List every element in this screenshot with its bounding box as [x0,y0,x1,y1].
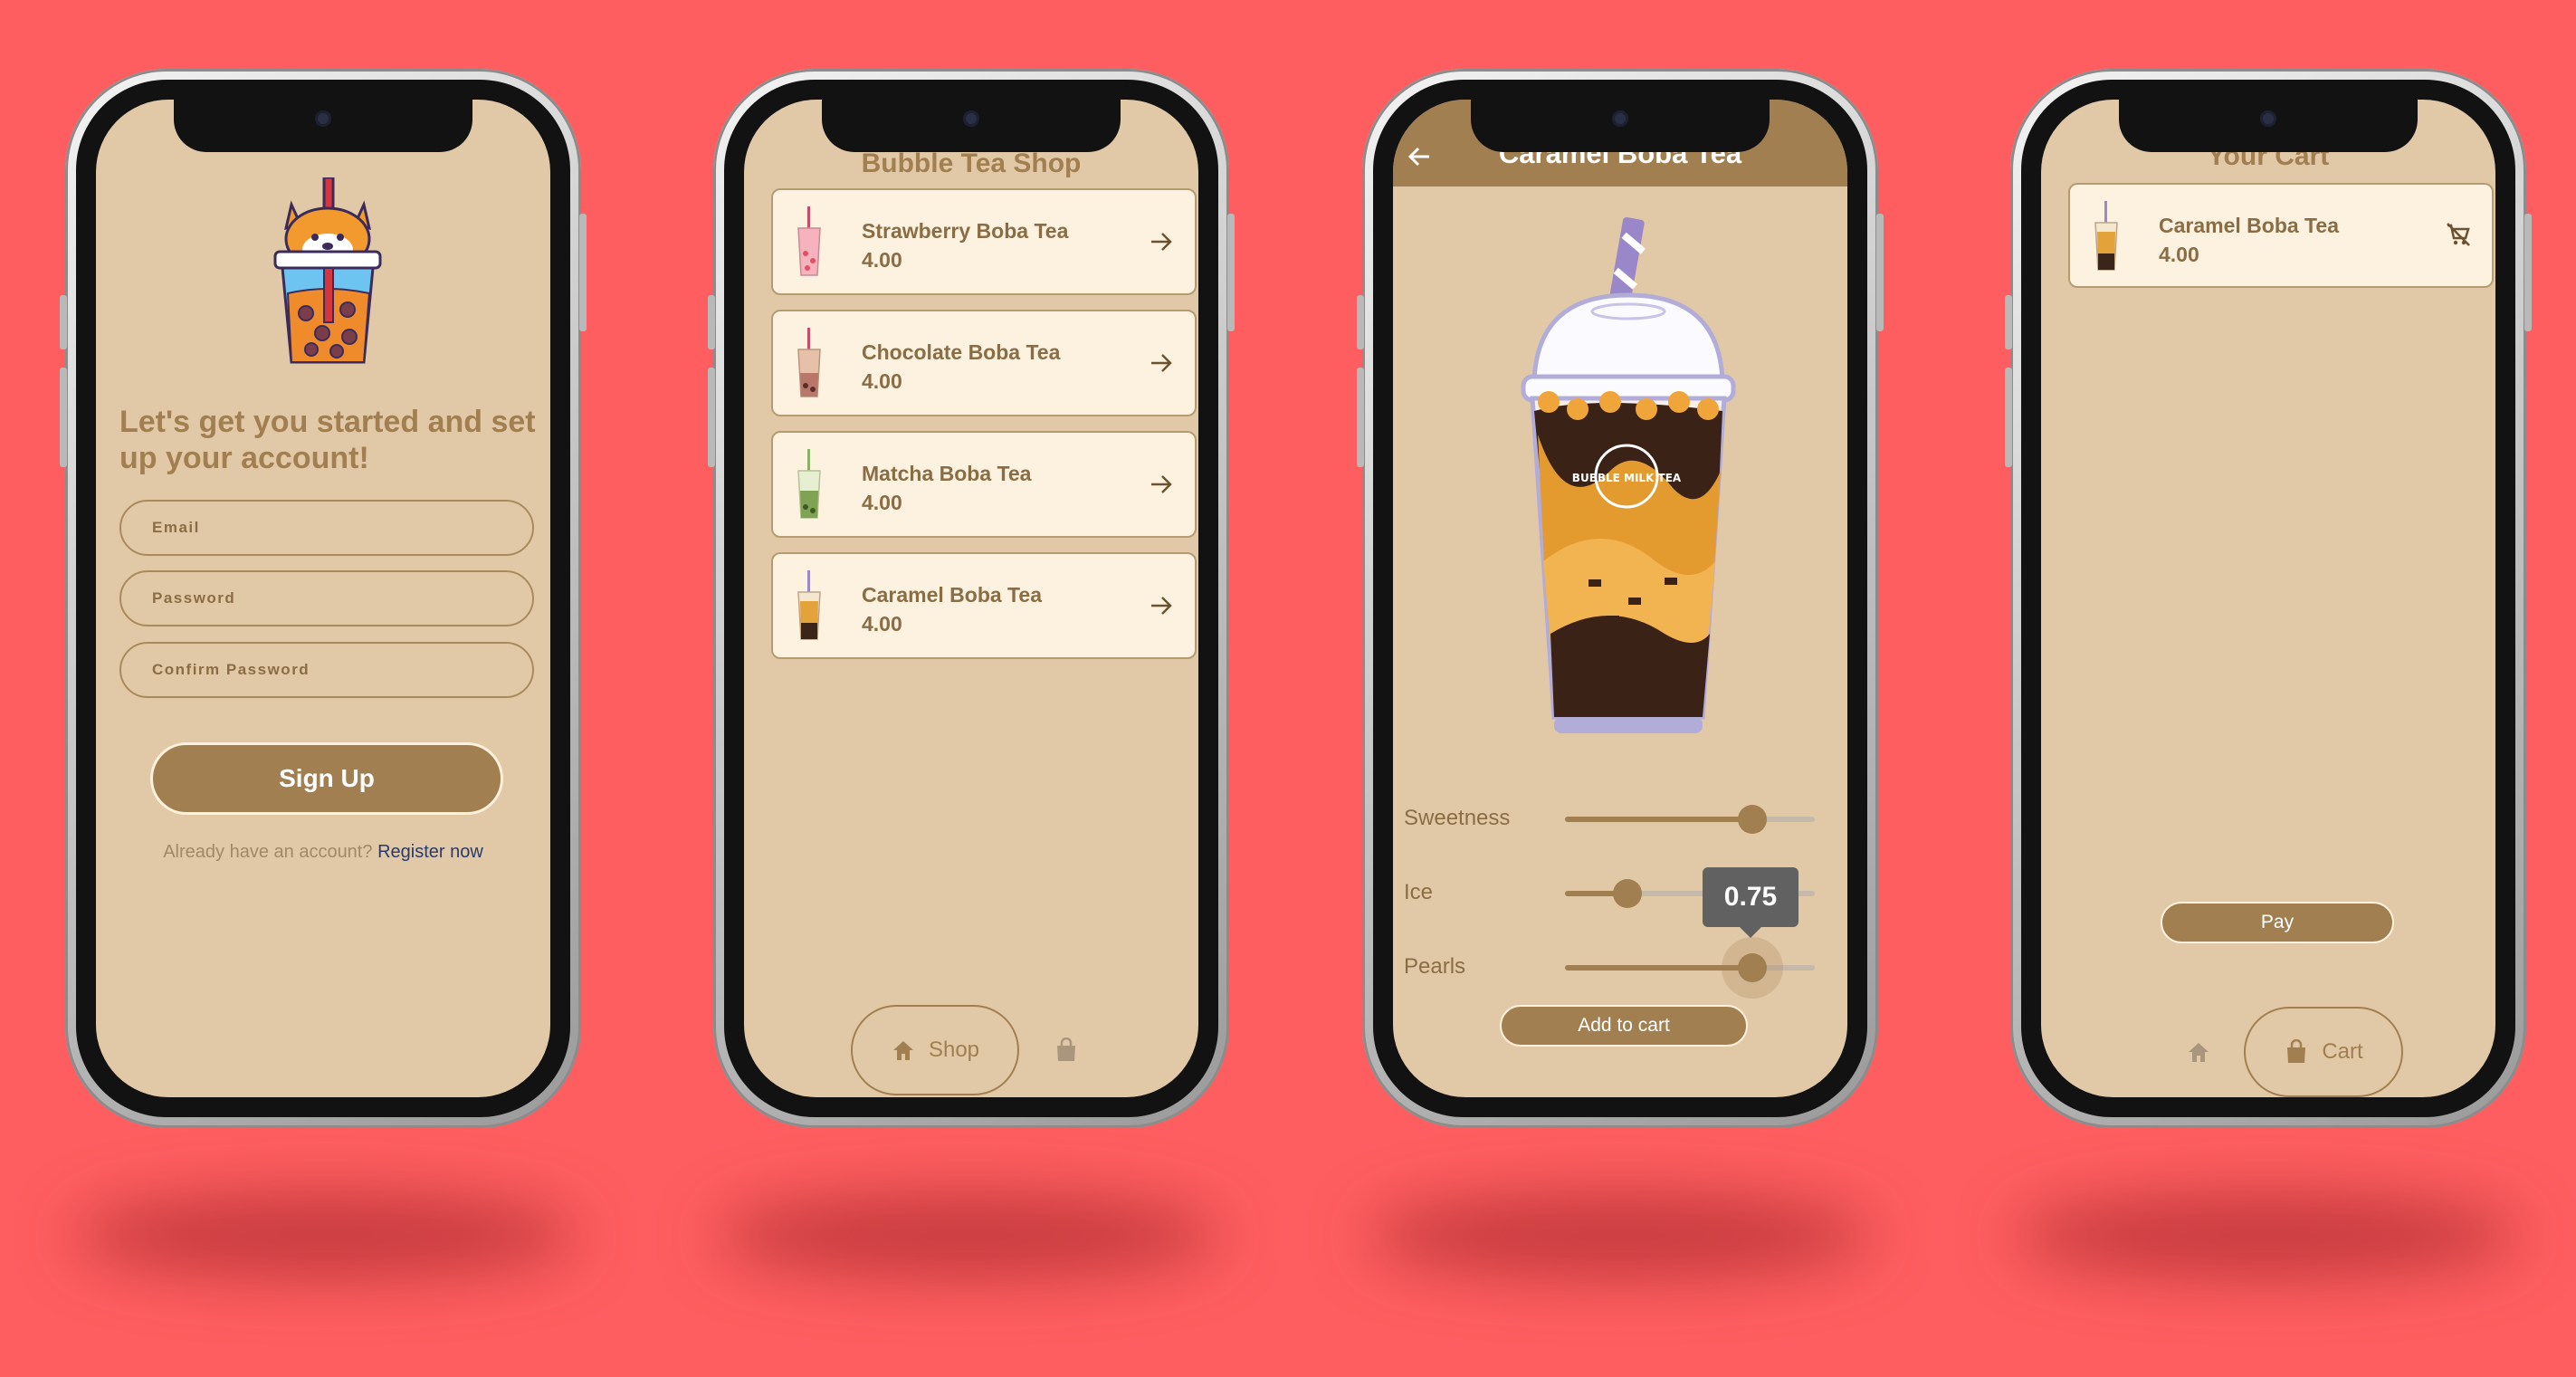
confirm-password-field[interactable]: Confirm Password [119,642,534,698]
home-icon [892,1041,913,1060]
product-card[interactable]: Matcha Boba Tea 4.00 [771,431,1197,538]
matcha-tea-icon [797,449,821,519]
nav-cart-tab[interactable]: Cart [2244,1007,2403,1097]
cart-item: Caramel Boba Tea 4.00 [2068,183,2494,288]
arrow-right-icon[interactable] [1148,471,1175,498]
product-price: 4.00 [862,491,902,514]
signup-heading: Let's get you started and set up your ac… [119,405,536,475]
product-name: Chocolate Boba Tea [862,340,1061,364]
ice-label: Ice [1404,880,1434,904]
phone-shadow [2014,1195,2521,1277]
camera [1612,110,1628,127]
product-card[interactable]: Caramel Boba Tea 4.00 [771,552,1197,659]
phone-cart: Your Cart Caramel Boba Tea 4.00 Pay Cart [2005,69,2532,1128]
phone-shadow [715,1195,1222,1277]
pearls-label: Pearls [1404,954,1466,979]
product-price: 4.00 [862,369,902,393]
product-price: 4.00 [862,248,902,272]
notch [1471,100,1770,152]
login-prompt-text: Already have an account? [163,842,373,862]
shiba-boba-logo [273,177,382,364]
camera [2260,110,2276,127]
sweetness-label: Sweetness [1404,806,1511,830]
bag-icon[interactable] [1054,1038,1079,1063]
arrow-right-icon[interactable] [1148,349,1175,377]
product-card[interactable]: Strawberry Boba Tea 4.00 [771,188,1197,295]
phone-shadow [72,1195,579,1277]
strawberry-tea-icon [797,206,821,276]
password-field[interactable]: Password [119,570,534,626]
nav-shop-label: Shop [928,1038,980,1062]
caramel-tea-icon [797,570,821,640]
email-field[interactable]: Email [119,500,534,556]
camera [963,110,979,127]
caramel-boba-cup-image: BUBBLE MILK TEA [1521,217,1736,733]
login-prompt: Already have an account? Register now [96,842,550,863]
camera [315,110,331,127]
arrow-right-icon[interactable] [1148,592,1175,619]
signup-screen: Let's get you started and set up your ac… [96,100,550,1097]
arrow-right-icon[interactable] [1148,228,1175,255]
product-card[interactable]: Chocolate Boba Tea 4.00 [771,310,1197,416]
product-name: Caramel Boba Tea [862,583,1042,607]
detail-screen: Caramel Boba Tea BUBBLE MILK TEA Sweetne… [1393,100,1847,1097]
phone-shadow [1367,1195,1874,1277]
sweetness-slider[interactable] [1565,805,1815,834]
notch [822,100,1121,152]
product-name: Matcha Boba Tea [862,462,1032,485]
product-price: 4.00 [862,612,902,636]
phone-signup: Let's get you started and set up your ac… [60,69,587,1128]
register-now-link[interactable]: Register now [377,842,483,862]
add-to-cart-button[interactable]: Add to cart [1500,1005,1748,1047]
notch [174,100,472,152]
chocolate-tea-icon [797,328,821,397]
sign-up-button[interactable]: Sign Up [150,742,503,815]
home-icon[interactable] [2186,1039,2211,1065]
nav-cart-label: Cart [2322,1039,2363,1064]
cart-item-price: 4.00 [2159,243,2199,266]
bag-icon [2287,1039,2306,1063]
cart-item-name: Caramel Boba Tea [2159,214,2339,237]
shop-screen: Bubble Tea Shop Strawberry Boba Tea 4.00… [744,100,1198,1097]
slider-fill [1565,817,1752,822]
notch [2119,100,2418,152]
phone-shop: Bubble Tea Shop Strawberry Boba Tea 4.00… [708,69,1235,1128]
phone-detail: Caramel Boba Tea BUBBLE MILK TEA Sweetne… [1357,69,1884,1128]
nav-shop-tab[interactable]: Shop [851,1005,1019,1095]
slider-thumb[interactable] [1738,805,1767,834]
caramel-tea-icon [2094,201,2118,271]
remove-from-cart-icon[interactable] [2445,221,2472,248]
pearls-slider[interactable] [1565,937,1815,999]
product-name: Strawberry Boba Tea [862,219,1069,243]
cup-logo-text: BUBBLE MILK TEA [1572,472,1682,484]
cart-screen: Your Cart Caramel Boba Tea 4.00 Pay Cart [2041,100,2495,1097]
shop-title: Bubble Tea Shop [861,148,1082,178]
pay-button[interactable]: Pay [2161,902,2394,943]
slider-thumb[interactable] [1613,879,1642,908]
value-tooltip: 0.75 [1703,867,1798,938]
slider-thumb[interactable] [1738,953,1767,982]
